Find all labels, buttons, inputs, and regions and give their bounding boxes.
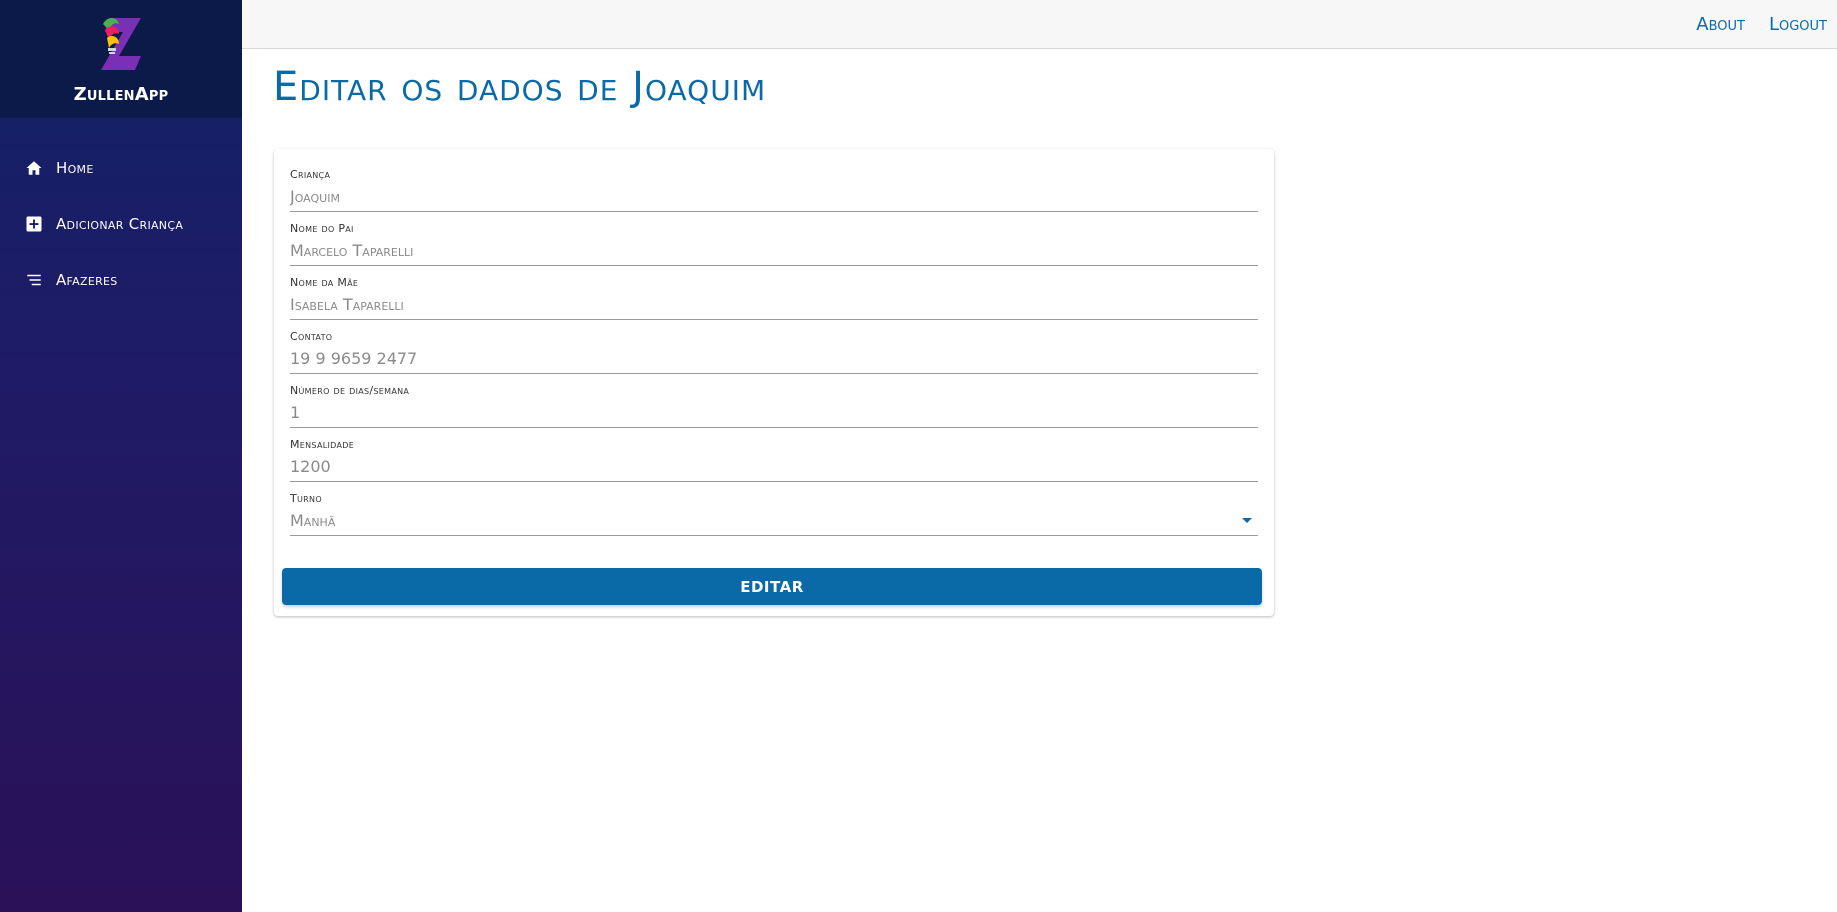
field-label: Número de dias/semana: [290, 384, 410, 397]
about-link[interactable]: About: [1696, 14, 1745, 35]
editar-button[interactable]: EDITAR: [282, 568, 1262, 605]
field-nome-do-pai: Nome do Pai: [290, 221, 1258, 275]
contato-input[interactable]: [290, 344, 1258, 374]
field-label: Nome do Pai: [290, 222, 354, 235]
field-label: Nome da Mãe: [290, 276, 359, 289]
field-turno: Turno Manhã: [290, 491, 1258, 545]
turno-select[interactable]: Manhã: [290, 506, 1258, 536]
sidebar-item-label: Adicionar Criança: [56, 215, 184, 233]
turno-selected-value[interactable]: Manhã: [290, 506, 1258, 536]
nome-da-mae-input[interactable]: [290, 290, 1258, 320]
home-icon: [24, 158, 44, 178]
field-crianca: Criança: [290, 167, 1258, 221]
page-title: Editar os dados de Joaquim: [273, 64, 767, 110]
sidebar-item-afazeres[interactable]: Afazeres: [0, 252, 242, 308]
sidebar-nav: Home Adicionar Criança Afazeres: [0, 118, 242, 308]
list-icon: [24, 270, 44, 290]
app-name: ZullenApp: [73, 84, 169, 105]
dias-semana-input[interactable]: [290, 398, 1258, 428]
chevron-down-icon[interactable]: [1242, 518, 1252, 523]
field-label: Mensalidade: [290, 438, 355, 451]
field-label: Turno: [290, 492, 322, 505]
logout-link[interactable]: Logout: [1769, 14, 1827, 35]
nome-do-pai-input[interactable]: [290, 236, 1258, 266]
field-nome-da-mae: Nome da Mãe: [290, 275, 1258, 329]
field-contato: Contato: [290, 329, 1258, 383]
brand[interactable]: ZullenApp: [0, 0, 242, 118]
field-label: Contato: [290, 330, 333, 343]
crianca-input[interactable]: [290, 182, 1258, 212]
sidebar: ZullenApp Home Adicionar Criança Afazere…: [0, 0, 242, 912]
field-label: Criança: [290, 168, 331, 181]
mensalidade-input[interactable]: [290, 452, 1258, 482]
field-mensalidade: Mensalidade: [290, 437, 1258, 491]
edit-child-form: Criança Nome do Pai Nome da Mãe Contato …: [274, 149, 1274, 616]
zullenapp-logo-icon: [101, 18, 141, 70]
sidebar-item-label: Home: [56, 159, 94, 177]
sidebar-item-label: Afazeres: [56, 271, 118, 289]
sidebar-item-adicionar-crianca[interactable]: Adicionar Criança: [0, 196, 242, 252]
sidebar-item-home[interactable]: Home: [0, 140, 242, 196]
topbar: About Logout: [242, 0, 1837, 49]
field-dias-semana: Número de dias/semana: [290, 383, 1258, 437]
plus-box-icon: [24, 214, 44, 234]
